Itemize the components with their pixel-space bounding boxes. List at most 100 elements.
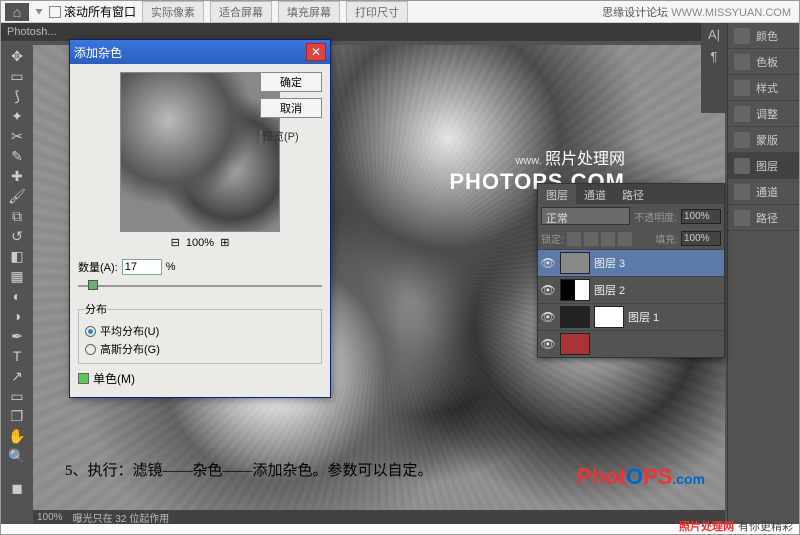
swatch-fg-bg-icon[interactable]: ◼ [5,475,29,501]
lock-pos-icon[interactable] [601,232,615,246]
zoom-value[interactable]: 100% [37,512,63,523]
layer-row-bg[interactable]: 👁 [538,330,724,357]
stamp-tool-icon[interactable]: ⧉ [5,207,29,225]
preview-thumbnail [120,72,280,232]
pen-tool-icon[interactable]: ✒ [5,327,29,345]
dialog-titlebar[interactable]: 添加杂色 ✕ [70,40,330,64]
character-panel-icon[interactable]: A| [701,23,727,45]
logo-photops: PhotOPS.com [577,464,705,490]
layer-name: 图层 1 [628,309,659,325]
move-tool-icon[interactable]: ✥ [5,47,29,65]
layers-panel: 图层 通道 路径 正常 不透明度: 100% 锁定: 填充: 100% 👁 图层… [537,183,725,358]
opacity-value[interactable]: 100% [681,209,721,224]
footer-watermark: 照片处理网有你更精彩 [679,518,793,534]
tab-paths[interactable]: 路径 [614,184,652,204]
lasso-tool-icon[interactable]: ⟆ [5,87,29,105]
mask-icon [734,132,750,148]
layer-name: 图层 3 [594,255,625,271]
panel-color[interactable]: 颜色 [728,23,799,49]
wand-tool-icon[interactable]: ✦ [5,107,29,125]
history-brush-icon[interactable]: ↺ [5,227,29,245]
lock-trans-icon[interactable] [567,232,581,246]
channels-icon [734,184,750,200]
fill-screen-button[interactable]: 填充屏幕 [278,1,340,23]
opacity-label: 不透明度: [634,209,677,224]
distribution-group: 分布 平均分布(U) 高斯分布(G) [78,301,322,364]
lock-label: 锁定: [541,231,564,246]
canvas-status: 100% 曝光只在 32 位起作用 [33,510,725,524]
visibility-icon[interactable]: 👁 [540,337,556,351]
blur-tool-icon[interactable]: ◐ [5,287,29,305]
fit-screen-button[interactable]: 适合屏幕 [210,1,272,23]
layer-thumb [560,306,590,328]
panel-channels[interactable]: 通道 [728,179,799,205]
zoom-out-icon[interactable]: ⊟ [171,237,180,249]
layer-row[interactable]: 👁 图层 3 [538,249,724,276]
actual-pixels-button[interactable]: 实际像素 [142,1,204,23]
ok-button[interactable]: 确定 [260,72,322,92]
tab-layers[interactable]: 图层 [538,184,576,204]
amount-slider[interactable] [78,277,322,295]
panel-swatches[interactable]: 色板 [728,49,799,75]
3d-tool-icon[interactable]: ❒ [5,407,29,425]
panel-adjust[interactable]: 调整 [728,101,799,127]
layers-icon [734,158,750,174]
palette-icon [734,28,750,44]
cancel-button[interactable]: 取消 [260,98,322,118]
swatches-icon [734,54,750,70]
blend-mode-select[interactable]: 正常 [541,207,630,225]
fill-value[interactable]: 100% [681,231,721,246]
step-caption: 5、执行：滤镜——杂色——添加杂色。参数可以自定。 [65,459,433,480]
fill-label: 填充: [655,231,678,246]
visibility-icon[interactable]: 👁 [540,256,556,270]
right-collapsed-panels: A| ¶ [701,23,727,113]
styles-icon [734,80,750,96]
heal-tool-icon[interactable]: ✚ [5,167,29,185]
crop-tool-icon[interactable]: ✂ [5,127,29,145]
add-noise-dialog: 添加杂色 ✕ 确定 取消 预览(P) ⊟ 100% ⊞ 数量(A): % 分布 … [69,39,331,398]
dialog-title: 添加杂色 [74,44,306,61]
tab-channels[interactable]: 通道 [576,184,614,204]
marquee-tool-icon[interactable]: ▭ [5,67,29,85]
uniform-radio[interactable]: 平均分布(U) [85,323,315,339]
eyedropper-tool-icon[interactable]: ✎ [5,147,29,165]
visibility-icon[interactable]: 👁 [540,310,556,324]
close-icon[interactable]: ✕ [306,43,326,61]
hand-tool-icon[interactable]: ✋ [5,427,29,445]
paths-icon [734,210,750,226]
document-tab[interactable]: Photosh... [7,26,57,38]
panel-paths[interactable]: 路径 [728,205,799,231]
panel-layers[interactable]: 图层 [728,153,799,179]
preview-check[interactable]: 预览(P) [260,128,322,144]
visibility-icon[interactable]: 👁 [540,283,556,297]
amount-input[interactable] [122,259,162,275]
gradient-tool-icon[interactable]: ▦ [5,267,29,285]
lock-all-icon[interactable] [618,232,632,246]
dropdown-icon[interactable] [35,9,43,15]
gaussian-radio[interactable]: 高斯分布(G) [85,341,315,357]
lock-pixels-icon[interactable] [584,232,598,246]
scroll-all-check[interactable]: 滚动所有窗口 [49,3,136,20]
shape-tool-icon[interactable]: ▭ [5,387,29,405]
forum-credit: 思缘设计论坛 WWW.MISSYUAN.COM [602,4,791,20]
mono-check[interactable]: 单色(M) [78,370,322,387]
layer-row[interactable]: 👁 图层 2 [538,276,724,303]
right-panels: 颜色 色板 样式 调整 蒙版 图层 通道 路径 [727,23,799,524]
layer-thumb [560,333,590,355]
zoom-tool-icon[interactable]: 🔍 [5,447,29,465]
brush-tool-icon[interactable]: 🖌 [5,187,29,205]
print-size-button[interactable]: 打印尺寸 [346,1,408,23]
adjust-icon [734,106,750,122]
panel-styles[interactable]: 样式 [728,75,799,101]
layer-row[interactable]: 👁 图层 1 [538,303,724,330]
path-tool-icon[interactable]: ↗ [5,367,29,385]
dodge-tool-icon[interactable]: ◑ [5,307,29,325]
panel-mask[interactable]: 蒙版 [728,127,799,153]
zoom-percent: 100% [186,237,214,249]
paragraph-panel-icon[interactable]: ¶ [701,45,727,67]
type-tool-icon[interactable]: T [5,347,29,365]
home-icon[interactable]: ⌂ [5,3,29,21]
eraser-tool-icon[interactable]: ◧ [5,247,29,265]
zoom-in-icon[interactable]: ⊞ [220,237,229,249]
dist-legend: 分布 [85,301,107,317]
